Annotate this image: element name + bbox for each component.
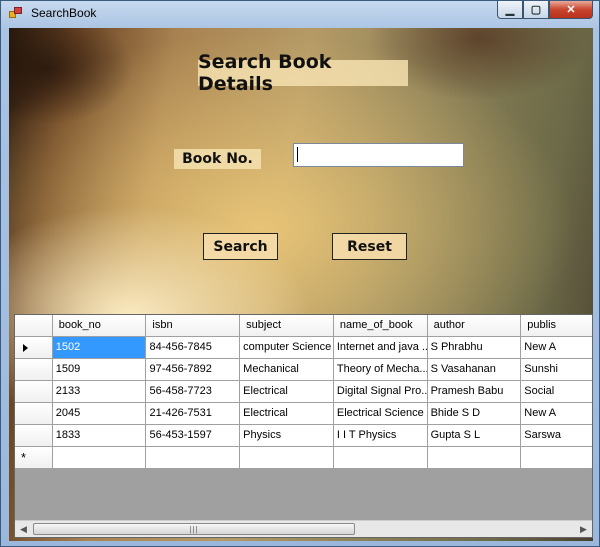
column-header-subject[interactable]: subject <box>240 315 334 337</box>
table-cell[interactable]: 84-456-7845 <box>146 337 241 359</box>
table-cell[interactable]: S Phrabhu <box>427 337 522 359</box>
table-cell[interactable]: 21-426-7531 <box>146 403 241 425</box>
table-cell[interactable]: Digital Signal Pro... <box>333 381 428 403</box>
table-cell[interactable]: Electrical Science <box>333 403 428 425</box>
row-header[interactable]: * <box>15 447 53 469</box>
table-cell[interactable]: 56-453-1597 <box>146 425 241 447</box>
table-cell[interactable] <box>52 447 147 469</box>
close-button[interactable]: ✕ <box>549 1 593 19</box>
table-row[interactable]: 2133 56-458-7723 Electrical Digital Sign… <box>15 381 592 403</box>
table-cell[interactable]: 97-456-7892 <box>146 359 241 381</box>
column-header-isbn[interactable]: isbn <box>146 315 241 337</box>
column-header-name-of-book[interactable]: name_of_book <box>333 315 428 337</box>
table-cell[interactable] <box>146 447 241 469</box>
column-header-author[interactable]: author <box>427 315 522 337</box>
table-cell[interactable] <box>521 447 592 469</box>
table-cell[interactable]: Theory of Mecha... <box>333 359 428 381</box>
maximize-button[interactable]: ▢ <box>523 1 549 19</box>
table-cell[interactable]: Sunshi <box>521 359 592 381</box>
scroll-thumb[interactable]: ||| <box>33 523 355 535</box>
table-cell[interactable]: Sarswa <box>521 425 592 447</box>
horizontal-scrollbar[interactable]: ◀ ||| ▶ <box>15 520 592 537</box>
app-window: SearchBook ▁ ▢ ✕ Search Book Details Boo… <box>0 0 600 547</box>
table-cell[interactable]: 1509 <box>52 359 147 381</box>
table-cell[interactable]: Electrical <box>240 403 334 425</box>
app-icon <box>9 6 23 19</box>
table-cell[interactable]: Mechanical <box>240 359 334 381</box>
table-cell[interactable]: Internet and java ... <box>333 337 428 359</box>
table-cell[interactable] <box>333 447 428 469</box>
title-bar[interactable]: SearchBook ▁ ▢ ✕ <box>1 1 599 25</box>
form-client-area: Search Book Details Book No. Search Rese… <box>9 28 593 541</box>
table-cell[interactable]: 2045 <box>52 403 147 425</box>
table-cell[interactable]: Pramesh Babu <box>427 381 522 403</box>
table-cell[interactable]: 56-458-7723 <box>146 381 241 403</box>
table-cell[interactable]: New A <box>521 337 592 359</box>
book-no-input[interactable] <box>293 143 464 167</box>
table-cell[interactable]: S Vasahanan <box>427 359 522 381</box>
table-cell[interactable]: New A <box>521 403 592 425</box>
row-header[interactable] <box>15 403 53 425</box>
table-cell[interactable] <box>427 447 522 469</box>
minimize-button[interactable]: ▁ <box>497 1 523 19</box>
row-header[interactable] <box>15 337 53 359</box>
table-cell[interactable]: computer Science <box>240 337 334 359</box>
books-data-grid[interactable]: book_no isbn subject name_of_book author… <box>14 314 593 538</box>
book-no-label: Book No. <box>174 149 261 169</box>
table-cell[interactable]: 1502 <box>52 337 147 359</box>
text-caret <box>297 147 298 162</box>
table-cell[interactable]: Bhide S D <box>427 403 522 425</box>
table-row[interactable]: 1509 97-456-7892 Mechanical Theory of Me… <box>15 359 592 381</box>
table-cell[interactable]: Electrical <box>240 381 334 403</box>
row-header[interactable] <box>15 359 53 381</box>
table-row[interactable]: 1502 84-456-7845 computer Science Intern… <box>15 337 592 359</box>
grid-corner-header[interactable] <box>15 315 53 337</box>
page-title: Search Book Details <box>198 51 408 95</box>
column-header-book-no[interactable]: book_no <box>52 315 147 337</box>
table-cell[interactable]: 2133 <box>52 381 147 403</box>
table-cell[interactable]: Gupta S L <box>427 425 522 447</box>
row-header[interactable] <box>15 381 53 403</box>
reset-button[interactable]: Reset <box>332 233 407 260</box>
grid-header-row: book_no isbn subject name_of_book author… <box>15 315 592 337</box>
column-header-publisher[interactable]: publis <box>521 315 592 337</box>
new-row-star-icon: * <box>21 450 27 465</box>
table-row[interactable]: 2045 21-426-7531 Electrical Electrical S… <box>15 403 592 425</box>
new-row[interactable]: * <box>15 447 592 469</box>
scroll-right-icon[interactable]: ▶ <box>575 521 592 537</box>
table-row[interactable]: 1833 56-453-1597 Physics I I T Physics G… <box>15 425 592 447</box>
row-header[interactable] <box>15 425 53 447</box>
table-cell[interactable]: Physics <box>240 425 334 447</box>
current-row-arrow-icon <box>23 344 28 352</box>
table-cell[interactable] <box>240 447 334 469</box>
search-button[interactable]: Search <box>203 233 278 260</box>
scroll-left-icon[interactable]: ◀ <box>15 521 32 537</box>
table-cell[interactable]: I I T Physics <box>333 425 428 447</box>
window-title: SearchBook <box>31 6 97 20</box>
table-cell[interactable]: Social <box>521 381 592 403</box>
table-cell[interactable]: 1833 <box>52 425 147 447</box>
